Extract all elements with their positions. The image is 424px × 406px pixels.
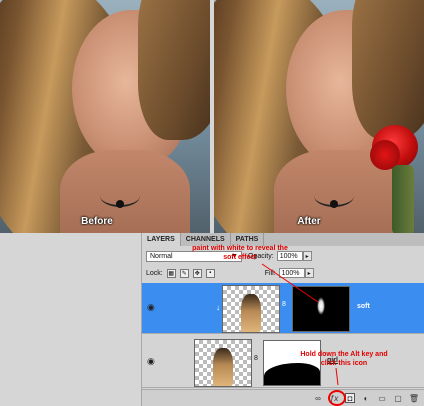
blend-mode-value: Normal [150,252,173,260]
annotation-top: paint with white to reveal the soft effe… [192,245,288,261]
fill-label: Fill: [264,269,276,277]
fill-slider-icon[interactable]: ▸ [304,268,314,278]
before-photo: Before [0,0,210,233]
visibility-eye-icon[interactable]: ◉ [147,302,155,313]
visibility-eye-icon[interactable]: ◉ [147,356,155,367]
lock-row: Lock: ▦ ✎ ✥ ▪ Fill: 100% ▸ [146,267,421,279]
trash-icon[interactable]: 🗑 [409,393,419,403]
link-chain-icon[interactable]: 8 [254,355,258,362]
highlight-circle [328,390,346,406]
lock-label: Lock: [146,269,163,277]
after-caption: After [297,216,321,227]
link-icon[interactable]: ∞ [313,393,323,403]
new-layer-icon[interactable]: ▢ [393,393,403,403]
layer-name[interactable]: soft [357,303,370,310]
adjustment-icon[interactable]: ◐ [361,393,371,403]
lock-all-icon[interactable]: ▪ [205,268,215,278]
panel-footer: ∞ ƒx ◘ ◐ ▭ ▢ 🗑 [142,389,424,406]
layer-thumbnail[interactable] [222,285,280,333]
before-caption: Before [81,216,113,227]
comparison-images: Before After [0,0,424,233]
lock-position-icon[interactable]: ✥ [192,268,202,278]
annotation-bottom: Hold down the Alt key and click this ico… [300,351,388,367]
lock-pixels-icon[interactable]: ✎ [179,268,189,278]
layer-soft[interactable]: ◉ ↓ 8 soft [142,283,424,334]
link-chain-icon[interactable]: 8 [282,301,286,308]
layer-mask-icon[interactable]: ◘ [345,393,355,403]
lock-transparency-icon[interactable]: ▦ [166,268,176,278]
after-photo: After [214,0,424,233]
opacity-slider-icon[interactable]: ▸ [302,251,312,261]
clipping-arrow-icon: ↓ [216,303,220,312]
layer-mask-thumbnail[interactable] [292,286,350,332]
tab-layers[interactable]: LAYERS [142,233,181,246]
folder-icon[interactable]: ▭ [377,393,387,403]
fill-field[interactable]: 100% [278,268,305,278]
layer-thumbnail[interactable] [194,339,252,387]
